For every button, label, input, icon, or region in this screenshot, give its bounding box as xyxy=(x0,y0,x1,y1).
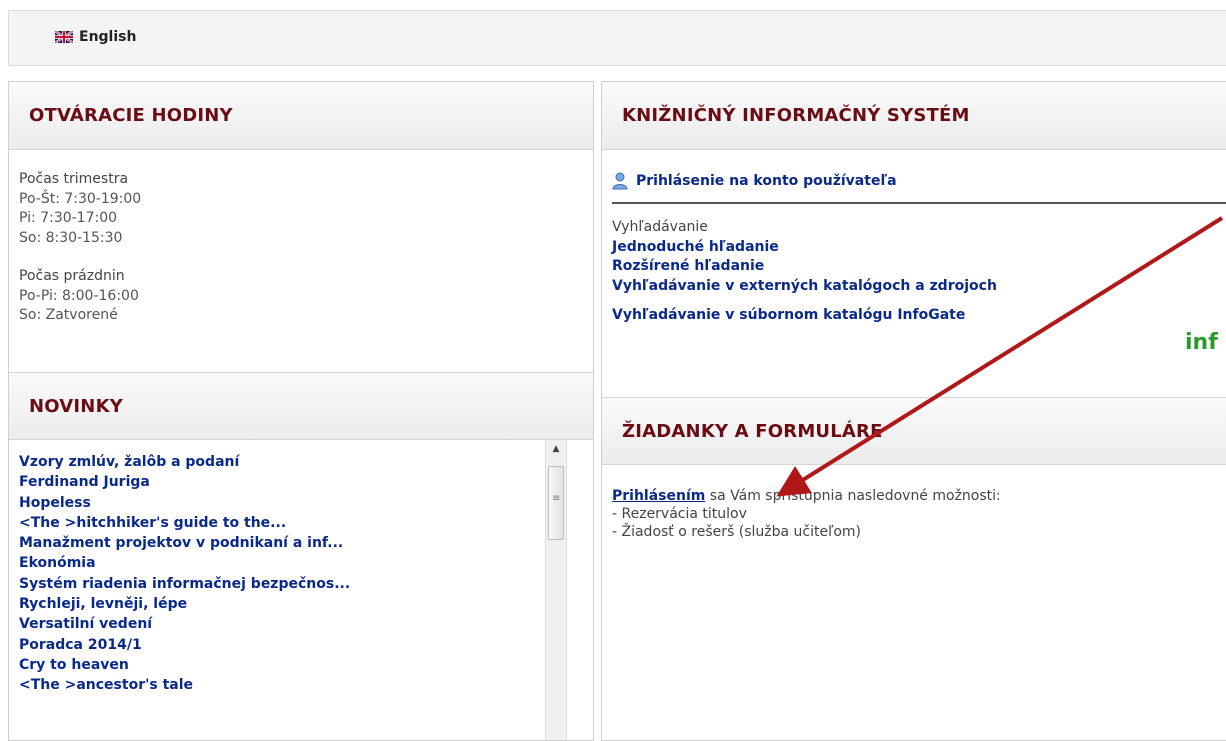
forms-option: - Žiadosť o rešerš (služba učiteľom) xyxy=(612,524,861,540)
news-item[interactable]: Rychleji, levněji, lépe xyxy=(19,594,583,614)
scroll-up-arrow-icon[interactable]: ▲ xyxy=(546,444,566,458)
news-title: NOVINKY xyxy=(9,372,593,440)
forms-intro: Prihlásením sa Vám sprístupnia nasledovn… xyxy=(612,487,1226,505)
forms-option: - Rezervácia titulov xyxy=(612,506,747,522)
news-item[interactable]: <The >hitchhiker's guide to the... xyxy=(19,513,583,533)
news-scrollbar[interactable]: ▲ xyxy=(545,440,567,740)
advanced-search-link[interactable]: Rozšírené hľadanie xyxy=(612,257,1226,277)
news-item[interactable]: Poradca 2014/1 xyxy=(19,635,583,655)
news-list: Vzory zmlúv, žalôb a podaní Ferdinand Ju… xyxy=(9,440,593,740)
hours-group-title: Počas prázdnin xyxy=(19,268,125,284)
login-link-row[interactable]: Prihlásenie na konto používateľa xyxy=(612,170,1226,192)
hours-group-term: Počas trimestra Po-Št: 7:30-19:00 Pi: 7:… xyxy=(19,170,583,248)
infogate-search-link[interactable]: Vyhľadávanie v súbornom katalógu InfoGat… xyxy=(612,306,1226,326)
news-item[interactable]: Systém riadenia informačnej bezpečnos... xyxy=(19,574,583,594)
right-column: KNIŽNIČNÝ INFORMAČNÝ SYSTÉM Prihlásenie … xyxy=(601,81,1226,741)
hours-group-title: Počas trimestra xyxy=(19,171,129,187)
hours-group-holidays: Počas prázdnin Po-Pi: 8:00-16:00 So: Zat… xyxy=(19,267,583,326)
hours-line: So: Zatvorené xyxy=(19,307,118,323)
language-switch[interactable]: English xyxy=(55,29,136,45)
news-item[interactable]: Versatilní vedení xyxy=(19,614,583,634)
account-login-link[interactable]: Prihlásenie na konto používateľa xyxy=(636,173,897,189)
news-item[interactable]: Manažment projektov v podnikaní a inf... xyxy=(19,533,583,553)
forms-section: ŽIADANKY A FORMULÁRE Prihlásením sa Vám … xyxy=(602,397,1226,541)
news-item[interactable]: Ekonómia xyxy=(19,553,583,573)
news-item[interactable]: <The >ancestor's tale xyxy=(19,675,583,695)
hours-line: Pi: 7:30-17:00 xyxy=(19,210,118,226)
library-system-body: Prihlásenie na konto používateľa Vyhľadá… xyxy=(602,150,1226,326)
forms-login-link[interactable]: Prihlásením xyxy=(612,488,705,504)
news-item[interactable]: Cry to heaven xyxy=(19,655,583,675)
language-bar: English xyxy=(8,10,1226,66)
opening-hours: Počas trimestra Po-Št: 7:30-19:00 Pi: 7:… xyxy=(9,150,593,326)
scroll-thumb[interactable] xyxy=(548,466,564,540)
news-item[interactable]: Hopeless xyxy=(19,493,583,513)
opening-hours-title: OTVÁRACIE HODINY xyxy=(9,82,593,150)
forms-title: ŽIADANKY A FORMULÁRE xyxy=(602,397,1226,465)
external-search-link[interactable]: Vyhľadávanie v externých katalógoch a zd… xyxy=(612,277,1226,297)
hours-line: So: 8:30-15:30 xyxy=(19,229,123,246)
news-item[interactable]: Ferdinand Juriga xyxy=(19,472,583,492)
forms-intro-text: sa Vám sprístupnia nasledovné možnosti: xyxy=(705,488,1001,504)
news-item[interactable]: Vzory zmlúv, žalôb a podaní xyxy=(19,452,583,472)
uk-flag-icon xyxy=(55,31,73,43)
user-icon xyxy=(612,172,628,190)
language-label: English xyxy=(79,29,137,45)
library-system-title: KNIŽNIČNÝ INFORMAČNÝ SYSTÉM xyxy=(602,82,1226,150)
infogate-logo[interactable]: inf xyxy=(1185,330,1218,355)
left-column: OTVÁRACIE HODINY Počas trimestra Po-Št: … xyxy=(8,81,594,741)
search-label: Vyhľadávanie xyxy=(612,219,708,235)
forms-body: Prihlásením sa Vám sprístupnia nasledovn… xyxy=(602,465,1226,541)
hours-line: Po-Pi: 8:00-16:00 xyxy=(19,287,139,304)
simple-search-link[interactable]: Jednoduché hľadanie xyxy=(612,238,1226,258)
search-links: Vyhľadávanie Jednoduché hľadanie Rozšíre… xyxy=(612,204,1226,326)
hours-line: Po-Št: 7:30-19:00 xyxy=(19,190,142,207)
